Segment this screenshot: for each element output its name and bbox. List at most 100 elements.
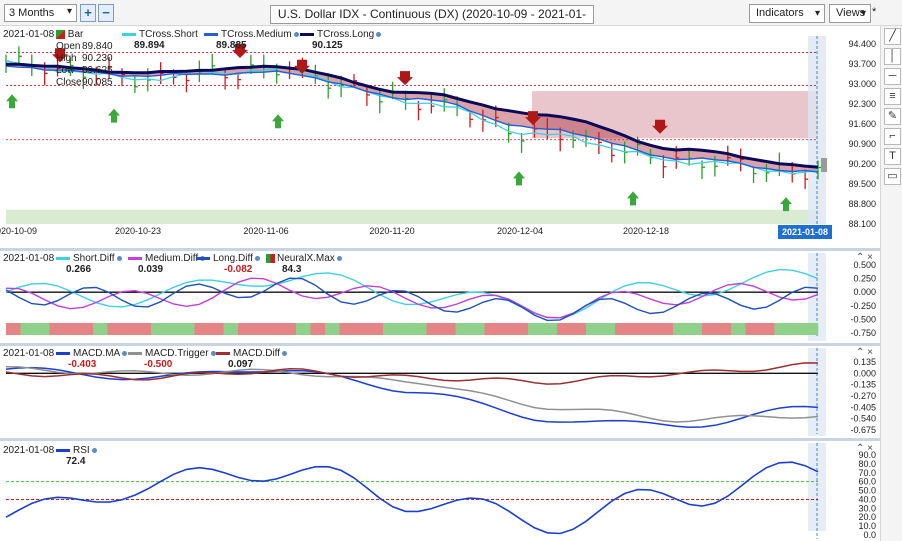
neuralx-segment <box>49 323 65 335</box>
series-swatch <box>122 32 136 36</box>
neuralx-segment <box>557 323 572 335</box>
legend-medium-diff: Medium.Diff 0.039 <box>128 253 206 275</box>
macd-trigger-line <box>5 365 819 423</box>
neuralx-segment <box>20 323 36 335</box>
price-tick-label: 91.600 <box>848 119 876 129</box>
neuralx-segment <box>136 323 152 335</box>
neuralx-segment <box>441 323 456 335</box>
price-tick-label: 94.400 <box>848 39 876 49</box>
axis-tick-label: -0.675 <box>850 425 876 435</box>
neuralx-segment <box>368 323 384 335</box>
neuralx-segment <box>151 323 166 335</box>
price-tick-label: 93.000 <box>848 79 876 89</box>
legend-macd-diff: MACD.Diff 0.097 <box>216 348 288 370</box>
horizontal-line-tool-icon[interactable]: ─ <box>884 68 901 85</box>
neuralx-segment <box>383 323 398 335</box>
neuralx-segment <box>122 323 137 335</box>
neuralx-segment <box>615 323 630 335</box>
macd-date: 2021-01-08 <box>3 348 55 359</box>
neuralx-segment <box>571 323 587 335</box>
price-tick-label: 90.200 <box>848 159 876 169</box>
neuralx-segment <box>745 323 761 335</box>
date-tick-label: 2020-12-04 <box>497 226 543 236</box>
date-tick-label: 2020-10-23 <box>115 226 161 236</box>
rsi-date: 2021-01-08 <box>3 445 55 456</box>
diff-date: 2021-01-08 <box>3 253 55 264</box>
neuralx-segment <box>426 323 442 335</box>
neuralx-segment <box>731 323 746 335</box>
price-tick-label: 92.300 <box>848 99 876 109</box>
ohlc-low: Low 89.625 <box>56 65 113 76</box>
neuralx-segment <box>339 323 355 335</box>
neuralx-segment <box>223 323 239 335</box>
neuralx-segment <box>267 323 282 335</box>
bar-legend-label: Bar <box>67 29 84 40</box>
neuralx-segment <box>93 323 108 335</box>
neuralx-segment <box>586 323 601 335</box>
buy-signal-arrow <box>780 197 792 212</box>
neuralx-segment <box>296 323 311 335</box>
buy-signal-arrow <box>6 94 18 109</box>
legend-neuralx-max: NeuralX.Max 84.3 <box>266 253 342 275</box>
macd-pane[interactable]: 0.135 0.000 -0.135 -0.270 -0.405 -0.540 -0.675… <box>0 346 880 438</box>
neuralx-segment <box>542 323 558 335</box>
pane-controls[interactable]: ⌃ × <box>856 347 873 358</box>
neuralx-segment <box>252 323 268 335</box>
axis-tick-label: 0.250 <box>853 274 876 284</box>
channel-tool-icon[interactable]: ≡ <box>884 88 901 105</box>
buy-signal-arrow <box>108 108 120 123</box>
indicators-label: Indicators <box>756 7 804 19</box>
rsi-chart[interactable]: 90.080.070.060.050.040.030.020.010.00.0 <box>0 441 880 541</box>
ohlc-open: Open 89.840 <box>56 41 113 52</box>
chevron-down-icon: ▾ <box>860 8 866 19</box>
ohlc-close: Close90.085 <box>56 77 113 88</box>
neuralx-segment <box>78 323 94 335</box>
neuralx-segment <box>803 323 819 335</box>
legend-macd-ma: MACD.MA -0.403 <box>56 348 128 370</box>
neuralx-segment <box>760 323 775 335</box>
neuralx-segment <box>658 323 674 335</box>
neuralx-segment <box>687 323 703 335</box>
pencil-tool-icon[interactable]: ✎ <box>884 108 901 125</box>
neuralx-segment <box>165 323 181 335</box>
date-tick-label: 2020-11-06 <box>243 226 288 236</box>
indicators-dropdown[interactable]: Indicators ▾ <box>749 4 825 23</box>
price-pane[interactable]: 94.400 93.700 93.000 92.300 91.600 90.900 90.2… <box>0 26 880 248</box>
rsi-pane[interactable]: 90.0 80.0 70.0 60.0 50.0 40.0 30.0 20.0 10.0 0.0 … <box>0 441 880 541</box>
neuralx-segment <box>455 323 471 335</box>
sell-signal-arrow <box>397 71 413 86</box>
date-tick-label: 2020-10-09 <box>0 226 37 236</box>
neuralx-segment <box>64 323 79 335</box>
neuralx-segment <box>470 323 485 335</box>
series-swatch <box>204 32 218 36</box>
neuralx-segment <box>325 323 340 335</box>
pane-controls[interactable]: ⌃ × <box>856 252 873 263</box>
ohlc-high: High 90.230 <box>56 53 113 64</box>
neuralx-segment <box>702 323 717 335</box>
text-tool-icon[interactable]: T <box>884 148 901 165</box>
neuralx-segment <box>238 323 253 335</box>
fibonacci-tool-icon[interactable]: ⌐ <box>884 128 901 145</box>
latest-bar-highlight <box>808 36 826 224</box>
price-chart[interactable]: 94.400 93.700 93.000 92.300 91.600 90.900 90.2… <box>0 26 880 248</box>
pane-controls[interactable]: ⌃ × <box>856 443 873 454</box>
axis-tick-label: -0.250 <box>850 301 876 311</box>
comment-tool-icon[interactable]: ▭ <box>884 168 901 185</box>
scroll-handle <box>821 158 827 172</box>
symbol-title[interactable]: U.S. Dollar IDX - Continuous (DX) (2020-… <box>270 5 594 38</box>
legend-macd-trigger: MACD.Trigger -0.500 <box>128 348 216 370</box>
period-dropdown[interactable]: 3 Months ▾ <box>4 4 77 22</box>
views-dropdown[interactable]: Views ▾ <box>829 4 871 23</box>
diff-pane[interactable]: 0.500 0.250 0.000 -0.250 -0.500 -0.750 2021-0… <box>0 251 880 343</box>
vertical-line-tool-icon[interactable]: │ <box>884 48 901 65</box>
neuralx-segment <box>644 323 659 335</box>
zoom-out-button[interactable]: − <box>98 4 114 22</box>
neuralx-segment <box>310 323 326 335</box>
ohlc-block: Open 89.840 High 90.230 Low 89.625 Close90.… <box>56 41 113 89</box>
zoom-in-button[interactable]: + <box>80 4 96 22</box>
neuralx-segment <box>528 323 543 335</box>
price-tick-label: 93.700 <box>848 59 876 69</box>
trend-line-tool-icon[interactable]: ╱ <box>884 28 901 45</box>
neuralx-segment <box>107 323 123 335</box>
modified-marker: * <box>872 6 877 18</box>
